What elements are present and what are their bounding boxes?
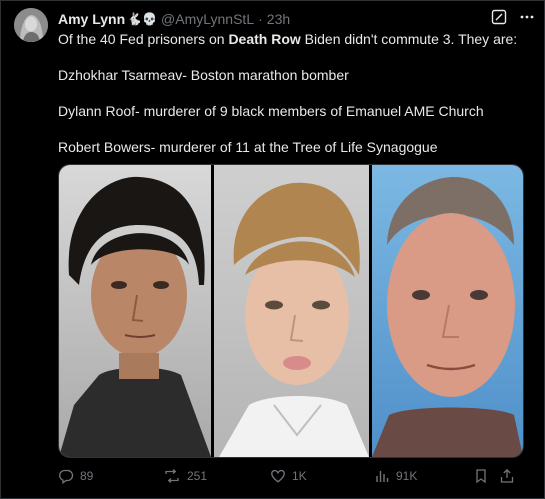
like-icon bbox=[270, 468, 286, 484]
repost-button[interactable]: 251 bbox=[163, 468, 207, 484]
bold-text: Death Row bbox=[228, 31, 301, 47]
like-button[interactable]: 1K bbox=[270, 468, 307, 484]
avatar[interactable] bbox=[14, 8, 48, 42]
reply-count: 89 bbox=[80, 469, 94, 483]
text-line-2: Dzhokhar Tsarmeav- Boston marathon bombe… bbox=[58, 67, 349, 83]
share-button[interactable] bbox=[499, 468, 515, 484]
post-text: Of the 40 Fed prisoners on Death Row Bid… bbox=[58, 30, 528, 156]
post-image[interactable] bbox=[58, 164, 524, 458]
bookmark-icon bbox=[473, 468, 489, 484]
action-bar: 89 251 1K 91K bbox=[58, 468, 518, 488]
share-icon bbox=[499, 468, 515, 484]
more-icon[interactable] bbox=[519, 9, 535, 30]
text-line-4: Robert Bowers- murderer of 11 at the Tre… bbox=[58, 139, 438, 155]
text-line-1: Of the 40 Fed prisoners on Death Row Bid… bbox=[58, 31, 518, 47]
photo-panel-3 bbox=[372, 165, 523, 457]
repost-count: 251 bbox=[187, 469, 208, 483]
user-handle[interactable]: @AmyLynnStL bbox=[161, 11, 254, 27]
timestamp[interactable]: 23h bbox=[267, 11, 290, 27]
photo-panel-2 bbox=[214, 165, 369, 457]
text-line-3: Dylann Roof- murderer of 9 black members… bbox=[58, 103, 484, 119]
name-emojis: 🐇💀 bbox=[127, 12, 158, 26]
like-count: 1K bbox=[292, 469, 307, 483]
reply-icon bbox=[58, 468, 74, 484]
views-icon bbox=[374, 468, 390, 484]
post-header: Amy Lynn 🐇💀 @AmyLynnStL · 23h bbox=[58, 10, 535, 28]
photo-panel-1 bbox=[59, 165, 211, 457]
views-count: 91K bbox=[396, 469, 418, 483]
header-icons bbox=[491, 9, 535, 30]
reply-button[interactable]: 89 bbox=[58, 468, 93, 484]
grok-icon[interactable] bbox=[491, 9, 507, 30]
separator: · bbox=[258, 11, 263, 27]
repost-icon bbox=[163, 468, 181, 484]
bookmark-button[interactable] bbox=[473, 468, 489, 484]
display-name[interactable]: Amy Lynn bbox=[58, 11, 125, 27]
views-button[interactable]: 91K bbox=[374, 468, 417, 484]
